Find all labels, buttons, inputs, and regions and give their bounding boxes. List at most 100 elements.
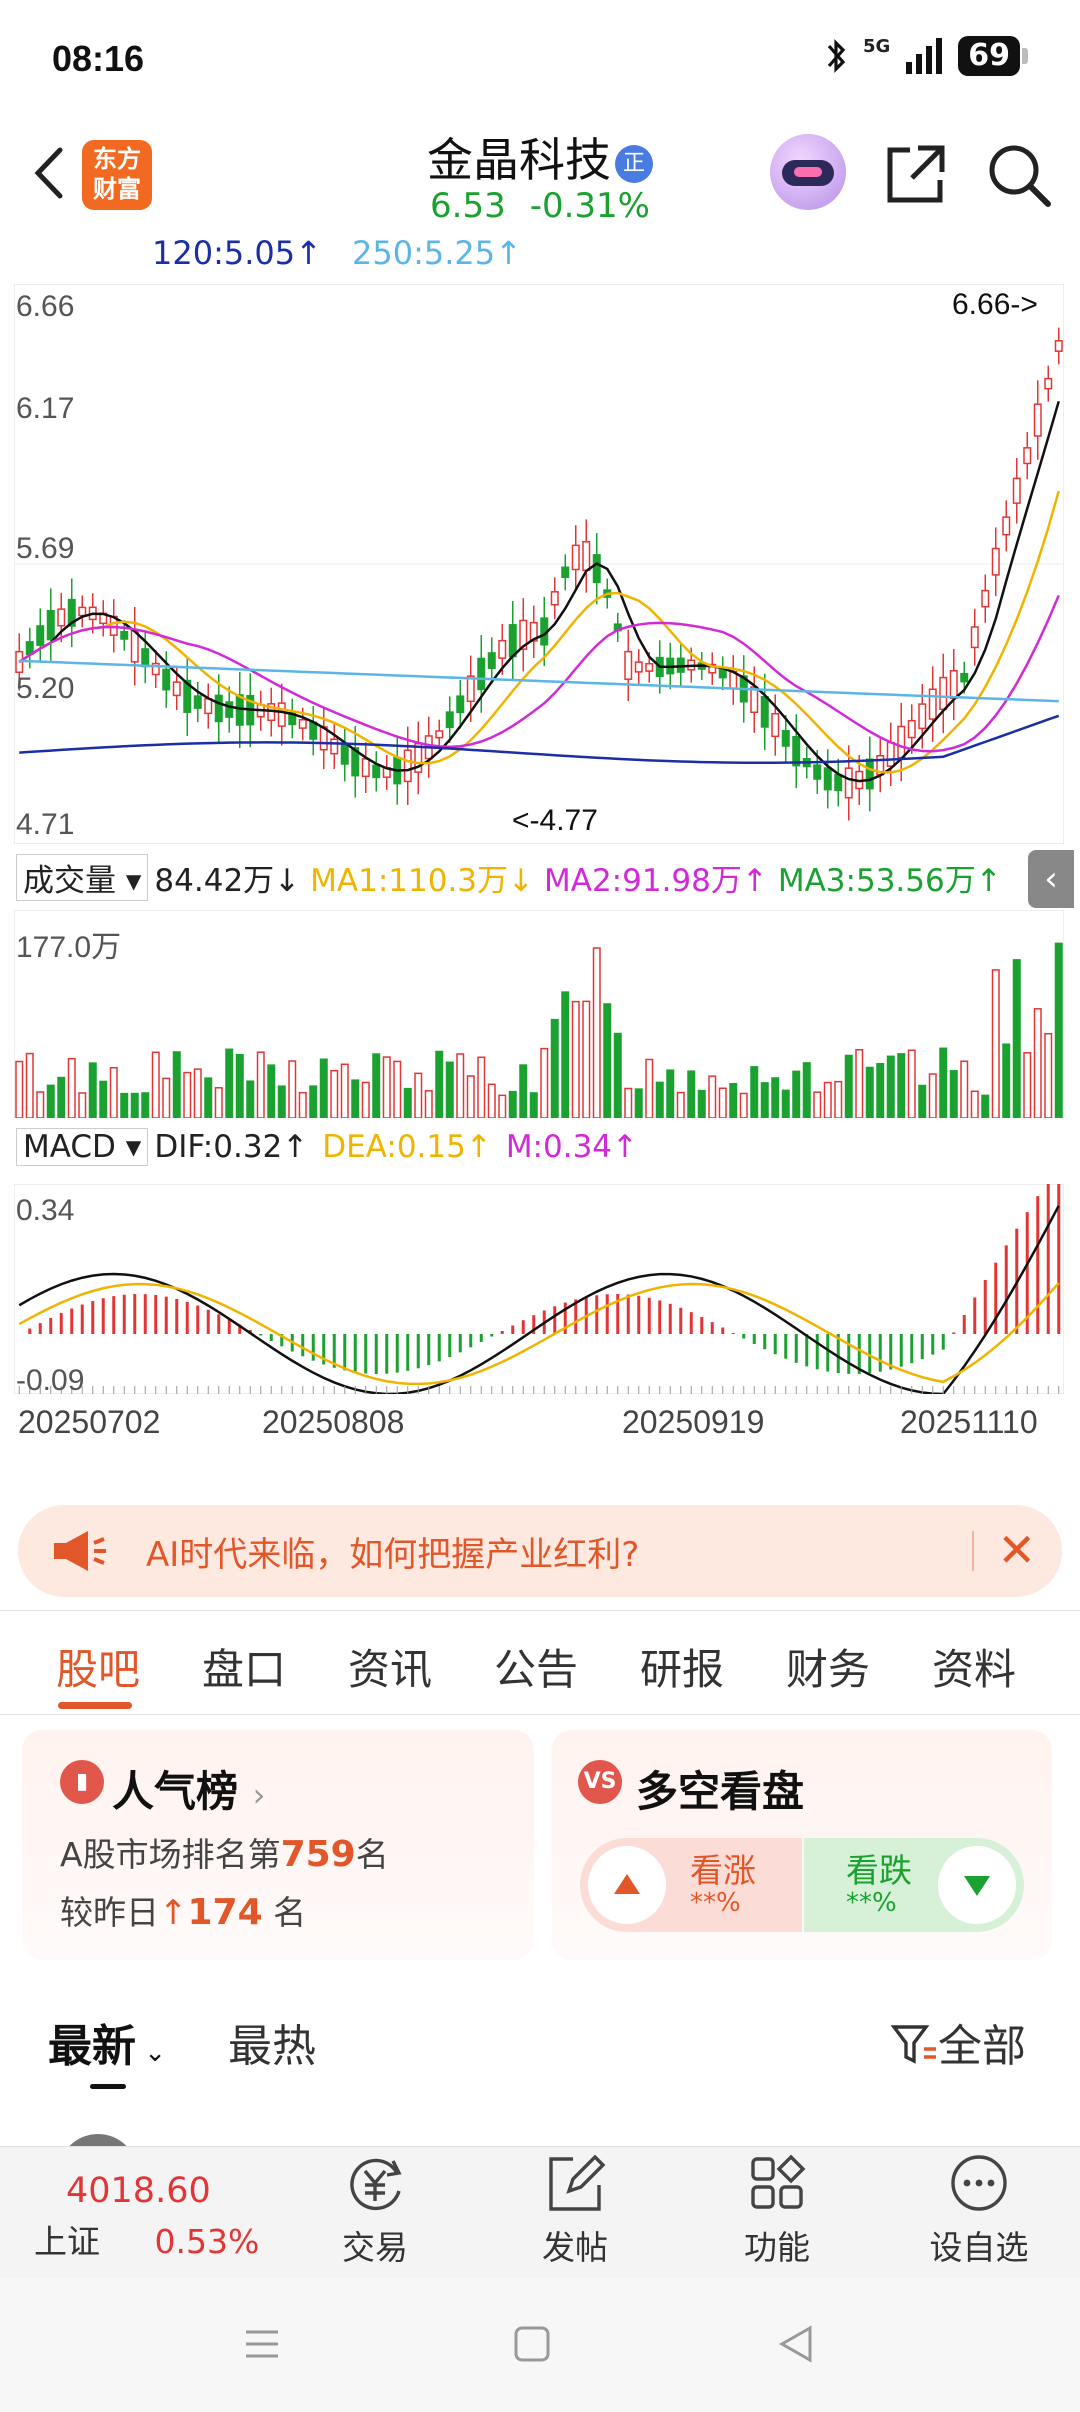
- kline-chart[interactable]: [14, 284, 1064, 844]
- candle-body: [918, 703, 927, 730]
- volume-bar: [540, 1047, 549, 1118]
- candle-body: [897, 725, 906, 759]
- volume-bar: [36, 1091, 45, 1118]
- candle-body: [634, 661, 643, 673]
- macd-chart[interactable]: [14, 1184, 1064, 1394]
- bluetooth-icon: [827, 39, 846, 73]
- macd-indicator-select[interactable]: MACD ▾: [16, 1128, 149, 1166]
- tab-pankou[interactable]: 盘口: [202, 1636, 286, 1697]
- nav-add-watchlist[interactable]: 设自选: [914, 2153, 1044, 2269]
- sort-underline: [90, 2084, 126, 2089]
- volume-bar: [172, 1051, 181, 1118]
- more-dots-icon: [951, 2155, 1007, 2211]
- candle-body: [582, 540, 591, 572]
- popularity-card[interactable]: ▮ 人气榜 › A股市场排名第759名 较昨日↑174 名: [22, 1730, 534, 1960]
- candle-body: [1012, 477, 1021, 504]
- stock-price: 6.53: [430, 186, 506, 226]
- bull-vote-button[interactable]: 看涨 **%: [580, 1838, 802, 1932]
- tab-research[interactable]: 研报: [640, 1636, 724, 1697]
- sort-latest[interactable]: 最新 ⌄: [48, 2010, 166, 2074]
- sort-hot[interactable]: 最热: [228, 2010, 316, 2074]
- candle-body: [645, 662, 654, 672]
- chevron-left-icon[interactable]: ‹: [1028, 850, 1074, 908]
- macd-frame: [14, 1184, 1064, 1394]
- volume-bar: [729, 1082, 738, 1118]
- price-axis-top: 6.66: [16, 290, 75, 323]
- back-triangle-icon[interactable]: [776, 2324, 816, 2364]
- volume-chart[interactable]: [14, 910, 1064, 1118]
- volume-bar: [550, 1018, 559, 1118]
- candle-body: [1054, 340, 1063, 352]
- volume-bar: [571, 1000, 580, 1118]
- rank-prefix: A股市场排名第: [60, 1835, 281, 1874]
- volume-bar: [865, 1066, 874, 1118]
- kline-chart-area[interactable]: 120:5.05↑ 250:5.25↑ 6.66 6.17 5.69 5.20 …: [0, 232, 1080, 1492]
- volume-bar: [361, 1081, 370, 1118]
- vs-icon: VS: [578, 1760, 622, 1804]
- tab-guba[interactable]: 股吧: [56, 1636, 140, 1697]
- ai-assistant-icon[interactable]: [770, 134, 846, 210]
- nav-trade[interactable]: 交易: [310, 2153, 440, 2269]
- volume-bar: [907, 1049, 916, 1118]
- candle-body: [403, 749, 412, 783]
- filter-all[interactable]: 全部: [890, 2010, 1026, 2074]
- volume-bar: [340, 1063, 349, 1118]
- volume-bar: [330, 1069, 339, 1118]
- promo-banner[interactable]: AI时代来临，如何把握产业红利? ✕: [18, 1505, 1062, 1597]
- volume-indicator-select[interactable]: 成交量 ▾: [16, 854, 149, 901]
- home-icon[interactable]: [512, 2324, 552, 2364]
- candle-body: [781, 729, 790, 747]
- volume-bar: [15, 1060, 24, 1118]
- tab-finance[interactable]: 财务: [786, 1636, 870, 1697]
- volume-bar: [445, 1061, 454, 1118]
- bear-vote-button[interactable]: 看跌 **%: [804, 1838, 1024, 1932]
- candle-body: [981, 589, 990, 608]
- macd-dea-line: [18, 1282, 1060, 1386]
- candle-body: [561, 566, 570, 579]
- search-icon[interactable]: [984, 140, 1054, 210]
- candle-body: [823, 767, 832, 791]
- share-icon[interactable]: [880, 140, 950, 210]
- volume-bar: [246, 1080, 255, 1118]
- volume-bar: [1033, 1008, 1042, 1118]
- tab-news[interactable]: 资讯: [348, 1636, 432, 1697]
- battery-indicator: 69: [958, 36, 1028, 76]
- volume-bar: [634, 1088, 643, 1118]
- filter-all-label: 全部: [938, 2021, 1026, 2072]
- signal-icon: [906, 38, 943, 74]
- min-price-marker: <-4.77: [512, 804, 598, 837]
- volume-bar: [949, 1070, 958, 1118]
- bull-bear-title: 多空看盘: [636, 1767, 805, 1816]
- candle-body: [487, 652, 496, 670]
- tab-announcement[interactable]: 公告: [494, 1636, 578, 1697]
- volume-bar: [435, 1050, 444, 1118]
- volume-bar: [267, 1064, 276, 1118]
- volume-bar: [414, 1072, 423, 1118]
- volume-bar: [897, 1053, 906, 1118]
- index-widget[interactable]: 4018.60 上证 0.53%: [34, 2171, 259, 2263]
- nav-add-watchlist-label: 设自选: [929, 2228, 1029, 2267]
- candle-body: [36, 625, 45, 646]
- nav-functions[interactable]: 功能: [712, 2153, 842, 2269]
- candle-body: [592, 554, 601, 584]
- candle-body: [309, 721, 318, 740]
- rank-change-prefix: 较昨日: [60, 1893, 159, 1932]
- volume-bar: [802, 1062, 811, 1118]
- volume-bar: [676, 1091, 685, 1118]
- nav-post[interactable]: 发帖: [510, 2153, 640, 2269]
- status-bar: 08:16 5G 69: [0, 0, 1080, 120]
- menu-icon[interactable]: [242, 2324, 282, 2364]
- volume-frame: [14, 910, 1064, 1118]
- clock: 08:16: [52, 38, 145, 79]
- volume-bar: [508, 1090, 517, 1118]
- volume-value: 84.42万↓: [154, 863, 301, 899]
- tab-profile[interactable]: 资料: [932, 1636, 1016, 1697]
- max-price-marker: 6.66->: [952, 288, 1038, 321]
- ma-line-black: [18, 400, 1060, 783]
- filter-icon: [890, 2025, 936, 2064]
- edit-icon: [549, 2154, 606, 2211]
- volume-bar: [120, 1092, 129, 1118]
- close-icon[interactable]: ✕: [997, 1523, 1036, 1577]
- volume-bar: [382, 1056, 391, 1118]
- stock-change-pct: -0.31%: [529, 186, 650, 226]
